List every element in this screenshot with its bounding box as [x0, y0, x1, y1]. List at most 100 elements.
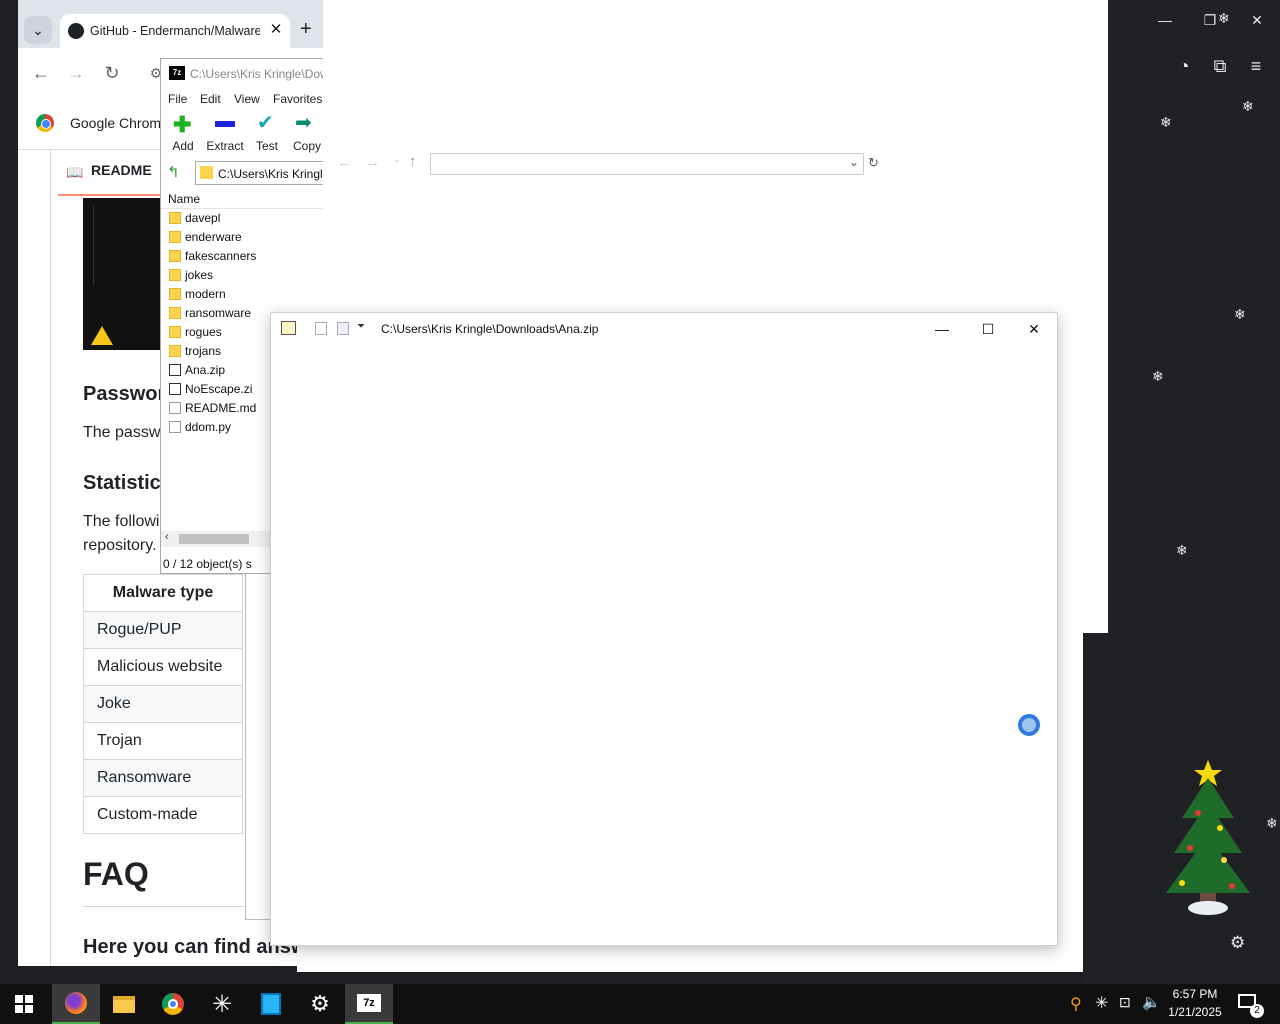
minimize-icon[interactable]: — — [919, 317, 965, 341]
list-item[interactable]: jokes — [161, 266, 327, 285]
test-button[interactable]: ✔ Test — [245, 111, 289, 159]
tab-search-dropdown-icon[interactable]: ⌄ — [24, 16, 52, 44]
folder-icon — [169, 288, 181, 300]
forward-icon[interactable]: → — [63, 60, 89, 86]
taskbar-file-explorer[interactable] — [100, 984, 148, 1024]
maximize-icon[interactable]: ☐ — [965, 317, 1011, 341]
up-icon[interactable]: ↑ — [409, 153, 417, 170]
restore-icon[interactable]: ❐ — [1200, 10, 1220, 30]
password-text: The passw — [83, 424, 161, 441]
folder-icon — [169, 307, 181, 319]
list-item[interactable]: enderware — [161, 228, 327, 247]
up-folder-icon[interactable]: ↰ — [167, 163, 180, 181]
chrome-tab-bar: ⌄ GitHub - Endermanch/Malware ✕ + — [18, 0, 328, 48]
start-button[interactable] — [0, 984, 48, 1024]
taskbar-firefox[interactable] — [52, 984, 100, 1024]
reload-icon[interactable]: ↻ — [99, 60, 125, 86]
folder-icon — [169, 250, 181, 262]
back-icon[interactable]: ← — [337, 154, 352, 171]
puzzle-icon[interactable]: ⧉ — [1210, 56, 1230, 76]
statistics-text-line2: repository. — [83, 537, 157, 554]
7zip-address-input[interactable]: C:\Users\Kris Kringle — [195, 161, 328, 185]
table-row: Ransomware — [83, 759, 243, 797]
copy-label: Copy — [292, 139, 321, 153]
folder-icon — [169, 269, 181, 281]
network-icon[interactable]: ⊡ — [1119, 994, 1131, 1011]
column-name[interactable]: Name — [168, 192, 200, 206]
heading-faq: FAQ — [83, 856, 149, 892]
new-folder-icon[interactable] — [337, 322, 349, 335]
taskbar-7zip[interactable]: 7z — [345, 984, 393, 1024]
file-explorer-icon — [113, 995, 135, 1013]
sparkle-tray-icon[interactable]: ✳ — [1095, 993, 1108, 1013]
file-name: NoEscape.zi — [185, 382, 253, 396]
taskbar-building-app[interactable] — [247, 984, 295, 1024]
chrome-logo-icon — [36, 114, 54, 132]
heading-statistics: Statistics — [83, 472, 172, 494]
table-row: Joke — [83, 685, 243, 723]
snowflake-icon: ❄ — [1160, 114, 1172, 130]
table-row: Trojan — [83, 722, 243, 760]
explorer-address-input[interactable]: ⌄ — [430, 153, 864, 175]
taskbar-sparkle-app[interactable]: ✳ — [198, 984, 246, 1024]
extract-button[interactable]: Extract — [203, 111, 247, 159]
scroll-left-icon[interactable]: ‹ — [165, 531, 169, 543]
test-icon: ✔ — [257, 112, 274, 134]
zip-folder-icon — [281, 321, 296, 335]
snowflake-icon: ❄ — [1234, 306, 1246, 322]
minimize-icon[interactable]: — — [1155, 10, 1175, 30]
add-button[interactable]: ✚ Add — [161, 111, 205, 159]
7zip-icon: 7z — [357, 994, 381, 1012]
snowflake-icon: ❄ — [1176, 542, 1188, 558]
bookmark-google-chrome[interactable]: Google Chrome — [70, 115, 169, 131]
list-item[interactable]: fakescanners — [161, 247, 327, 266]
book-icon: 📖 — [66, 164, 84, 180]
chrome-tab[interactable]: GitHub - Endermanch/Malware ✕ — [60, 14, 290, 48]
customize-quick-access-icon[interactable]: ⏷ — [357, 321, 365, 332]
7zip-address-bar: ↰ C:\Users\Kris Kringle — [161, 159, 328, 187]
7zip-address-text: C:\Users\Kris Kringle — [218, 167, 328, 181]
taskbar-settings[interactable]: ⚙ — [296, 984, 344, 1024]
extension-icon[interactable]: ◔ — [1174, 56, 1194, 76]
taskbar-chrome[interactable] — [149, 984, 197, 1024]
back-icon[interactable]: ← — [28, 60, 54, 86]
forward-icon[interactable]: → — [365, 154, 380, 171]
chrome-icon — [162, 993, 184, 1015]
file-name: davepl — [185, 211, 221, 225]
volume-icon[interactable]: 🔈 — [1142, 993, 1161, 1011]
file-name: README.md — [185, 401, 257, 415]
close-tab-icon[interactable]: ✕ — [266, 20, 286, 40]
list-item[interactable]: davepl — [161, 209, 327, 228]
tray-time[interactable]: 6:57 PM — [1172, 987, 1218, 1001]
chevron-down-icon[interactable]: ⌄ — [849, 155, 859, 169]
menu-favorites[interactable]: Favorites — [273, 92, 322, 106]
7zip-list-header: Name — [161, 189, 327, 209]
taskbar: ✳ ⚙ 7z ⚲ ✳ ⊡ 🔈 6:57 PM 1/21/2025 2 — [0, 984, 1280, 1024]
copy-button[interactable]: ➡ Copy — [285, 111, 327, 159]
properties-icon[interactable] — [315, 322, 327, 335]
7zip-title: C:\Users\Kris Kringle\Dow — [190, 67, 328, 81]
scrollbar-thumb[interactable] — [179, 534, 249, 544]
7zip-toolbar: ✚ Add Extract ✔ Test ➡ Copy — [161, 111, 327, 159]
close-icon[interactable]: ✕ — [1247, 10, 1267, 30]
file-name: trojans — [185, 344, 222, 358]
sparkle-app-icon: ✳ — [211, 990, 233, 1018]
folder-icon — [169, 326, 181, 338]
readme-tab[interactable]: README — [91, 162, 152, 178]
menu-edit[interactable]: Edit — [200, 92, 221, 106]
tray-date[interactable]: 1/21/2025 — [1166, 1005, 1224, 1019]
list-item[interactable]: modern — [161, 285, 327, 304]
search-icon[interactable]: ⚲ — [1070, 994, 1082, 1014]
menu-icon[interactable]: ≡ — [1246, 56, 1266, 76]
gear-icon[interactable]: ⚙ — [1230, 933, 1245, 953]
snowflake-icon: ❄ — [1266, 815, 1278, 831]
menu-view[interactable]: View — [234, 92, 260, 106]
menu-file[interactable]: File — [168, 92, 187, 106]
new-tab-icon[interactable]: + — [300, 18, 312, 41]
snowflake-icon: ❄ — [1152, 368, 1164, 384]
close-icon[interactable]: ✕ — [1011, 317, 1057, 341]
refresh-icon[interactable]: ↻ — [868, 155, 879, 171]
file-name: jokes — [185, 268, 214, 282]
recent-locations-icon[interactable]: ⌄ — [393, 154, 401, 165]
zip-icon — [169, 383, 181, 395]
